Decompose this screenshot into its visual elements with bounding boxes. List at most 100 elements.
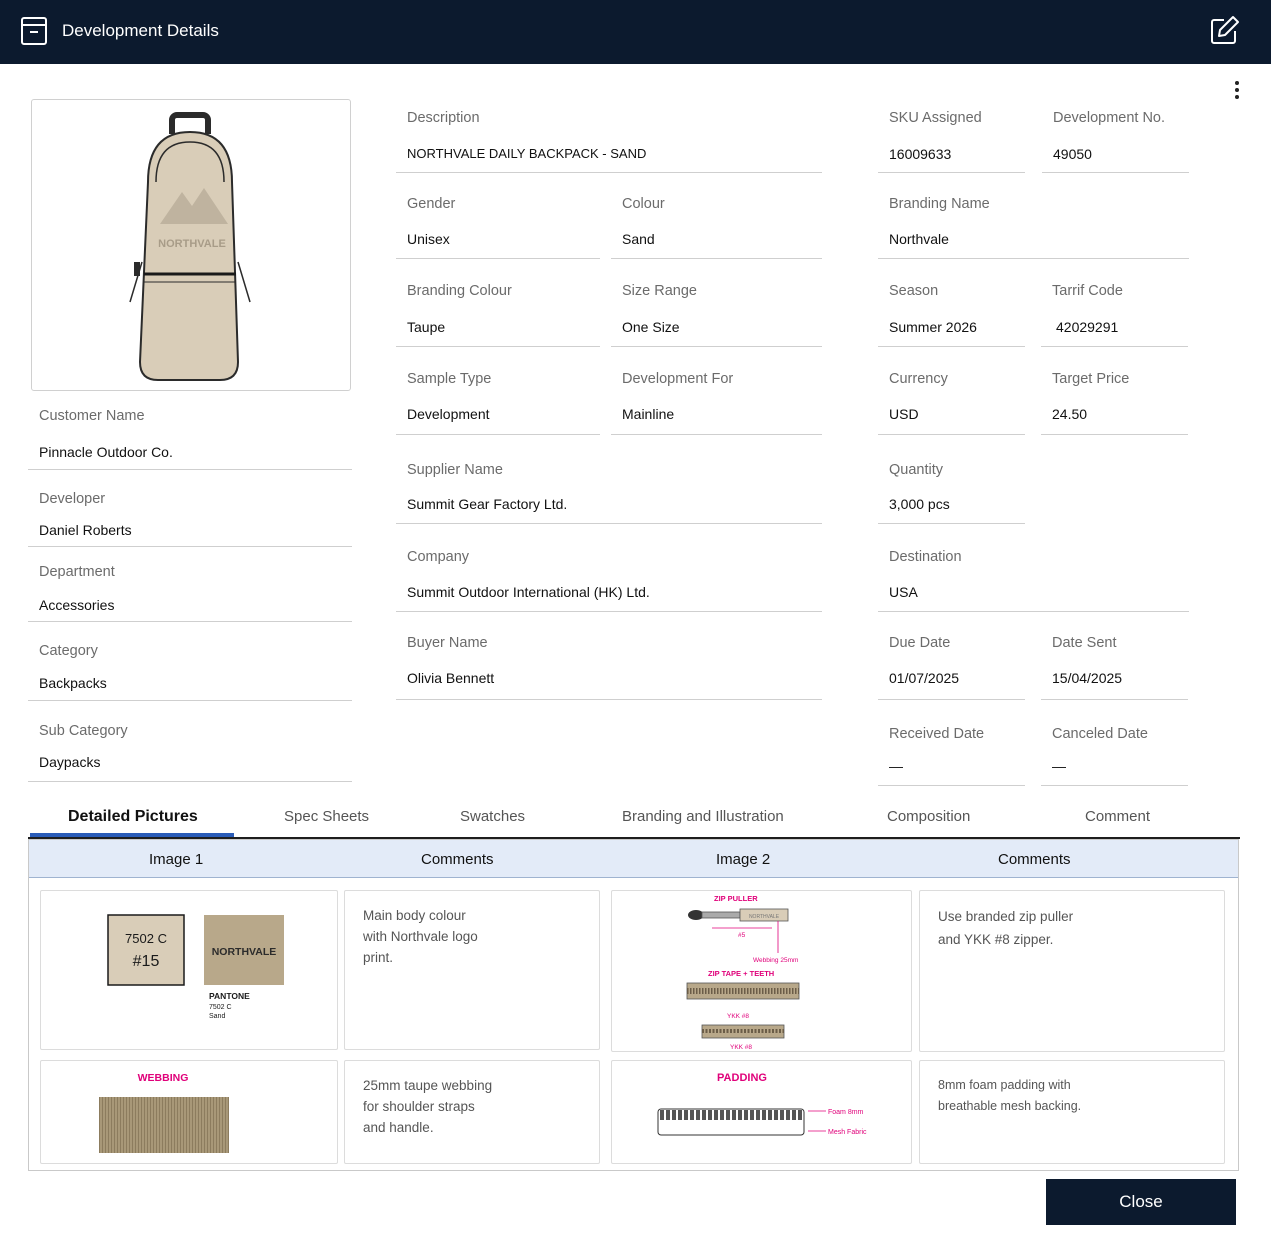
- pantone-code: 7502 C: [209, 1004, 232, 1011]
- column-header-image-2: Image 2: [716, 851, 771, 868]
- tab-branding-and-illustration[interactable]: Branding and Illustration: [622, 808, 784, 825]
- gender-field: Gender Unisex: [396, 196, 600, 259]
- comment-text: 25mm taupe webbing for shoulder straps a…: [363, 1078, 493, 1135]
- field-value: Unisex: [407, 231, 450, 247]
- app-header: Development Details: [0, 0, 1271, 64]
- more-vertical-icon[interactable]: [1228, 78, 1246, 104]
- field-value: 24.50: [1052, 406, 1088, 422]
- pantone-swatch-image: 7502 C #15 NORTHVALE PANTONE 7502 C Sand: [107, 914, 284, 1020]
- field-value: 49050: [1053, 146, 1092, 162]
- comment-cell: 8mm foam padding with breathable mesh ba…: [919, 1060, 1225, 1164]
- webbing-title: WEBBING: [138, 1072, 189, 1084]
- field-label: Company: [407, 549, 470, 565]
- destination-field: Destination USA: [878, 549, 1189, 612]
- description-field: Description NORTHVALE DAILY BACKPACK - S…: [396, 110, 822, 173]
- currency-field: Currency USD: [878, 371, 1025, 435]
- field-label: Gender: [407, 196, 456, 212]
- field-label: Sub Category: [39, 723, 128, 739]
- close-button[interactable]: Close: [1046, 1179, 1236, 1225]
- zip-puller-label: NORTHVALE: [749, 914, 780, 920]
- column-header-image-1: Image 1: [149, 851, 204, 868]
- field-label: Developer: [39, 491, 106, 507]
- field-label: Branding Colour: [407, 283, 512, 299]
- image-cell[interactable]: PADDING Foam 8mm Mesh Fabric: [611, 1060, 912, 1164]
- zip-spec-image: ZIP PULLER NORTHVALE #5 Webbing 25mm ZIP…: [686, 894, 800, 1051]
- field-label: Quantity: [889, 462, 943, 478]
- webbing-image: WEBBING: [99, 1072, 229, 1153]
- tab-spec-sheets[interactable]: Spec Sheets: [284, 808, 369, 825]
- branding-name-field: Branding Name Northvale: [878, 196, 1189, 259]
- sample-type-field: Sample Type Development: [396, 371, 600, 435]
- zip-size-label: #5: [738, 932, 746, 939]
- field-value: Olivia Bennett: [407, 670, 495, 686]
- tab-composition[interactable]: Composition: [887, 808, 970, 825]
- target-price-field: Target Price 24.50: [1041, 371, 1188, 435]
- field-label: Development No.: [1053, 110, 1166, 126]
- comment-cell: Main body colour with Northvale logo pri…: [344, 890, 600, 1050]
- field-label: Development For: [622, 371, 734, 387]
- colour-field: Colour Sand: [611, 196, 822, 259]
- season-field: Season Summer 2026: [878, 283, 1025, 347]
- field-label: Target Price: [1052, 371, 1130, 387]
- received-date-field: Received Date —: [878, 726, 1025, 786]
- field-value: 01/07/2025: [889, 670, 960, 686]
- comment-text: Use branded zip puller and YKK #8 zipper…: [938, 909, 1074, 947]
- field-label: Customer Name: [39, 408, 145, 424]
- padding-image: PADDING Foam 8mm Mesh Fabric: [657, 1072, 867, 1136]
- department-field: Department Accessories: [28, 564, 352, 622]
- field-value: Summit Gear Factory Ltd.: [407, 496, 568, 512]
- field-label: Department: [39, 564, 115, 580]
- customer-name-field: Customer Name Pinnacle Outdoor Co.: [28, 408, 352, 470]
- edit-icon[interactable]: [1209, 14, 1241, 46]
- backpack-image: NORTHVALE: [129, 112, 251, 381]
- branding-colour-field: Branding Colour Taupe: [396, 283, 600, 347]
- zip-puller-title: ZIP PULLER: [714, 894, 758, 903]
- field-label: Canceled Date: [1052, 726, 1148, 742]
- image-cell[interactable]: WEBBING: [40, 1060, 338, 1164]
- field-value: Daypacks: [39, 754, 101, 770]
- backpack-brand-text: NORTHVALE: [158, 238, 226, 250]
- comment-cell: Use branded zip puller and YKK #8 zipper…: [919, 890, 1225, 1052]
- field-value: —: [889, 758, 903, 774]
- ykk-top-label: YKK #8: [727, 1013, 749, 1020]
- active-tab-indicator: [30, 833, 234, 837]
- supplier-name-field: Supplier Name Summit Gear Factory Ltd.: [396, 462, 822, 524]
- field-label: Buyer Name: [407, 635, 488, 651]
- field-value: Mainline: [622, 406, 675, 422]
- image-cell[interactable]: 7502 C #15 NORTHVALE PANTONE 7502 C Sand: [40, 890, 338, 1050]
- field-label: Supplier Name: [407, 462, 503, 478]
- quantity-field: Quantity 3,000 pcs: [878, 462, 1025, 524]
- field-label: Tarrif Code: [1052, 283, 1123, 299]
- field-label: Branding Name: [889, 196, 990, 212]
- tab-detailed-pictures[interactable]: Detailed Pictures: [68, 808, 198, 826]
- column-header-comments-1: Comments: [421, 851, 494, 868]
- comment-cell: 25mm taupe webbing for shoulder straps a…: [344, 1060, 600, 1164]
- development-no-field: Development No. 49050: [1042, 110, 1189, 173]
- field-value: —: [1052, 758, 1066, 774]
- column-header-comments-2: Comments: [998, 851, 1071, 868]
- ykk-bottom-label: YKK #8: [730, 1044, 752, 1051]
- canceled-date-field: Canceled Date —: [1041, 726, 1188, 786]
- padding-title: PADDING: [717, 1072, 767, 1084]
- detailed-pictures-grid: Image 1 Comments Image 2 Comments 7502 C…: [28, 839, 1239, 1171]
- grid-header: Image 1 Comments Image 2 Comments: [29, 840, 1238, 878]
- size-range-field: Size Range One Size: [611, 283, 822, 347]
- field-label: Due Date: [889, 635, 951, 651]
- image-cell[interactable]: ZIP PULLER NORTHVALE #5 Webbing 25mm ZIP…: [611, 890, 912, 1052]
- field-value: Summer 2026: [889, 319, 977, 335]
- date-sent-field: Date Sent 15/04/2025: [1041, 635, 1188, 700]
- field-value: Daniel Roberts: [39, 522, 132, 538]
- development-for-field: Development For Mainline: [611, 371, 822, 435]
- field-label: Currency: [889, 371, 948, 387]
- sku-assigned-field: SKU Assigned 16009633: [878, 110, 1025, 173]
- field-label: Received Date: [889, 726, 985, 742]
- field-value: USD: [889, 406, 919, 422]
- field-value: 3,000 pcs: [889, 496, 950, 512]
- pantone-name: Sand: [209, 1013, 225, 1020]
- field-value: One Size: [622, 319, 680, 335]
- tab-swatches[interactable]: Swatches: [460, 808, 525, 825]
- company-field: Company Summit Outdoor International (HK…: [396, 549, 822, 612]
- tab-comment[interactable]: Comment: [1085, 808, 1150, 825]
- field-label: Description: [407, 110, 480, 126]
- field-value: Summit Outdoor International (HK) Ltd.: [407, 584, 650, 600]
